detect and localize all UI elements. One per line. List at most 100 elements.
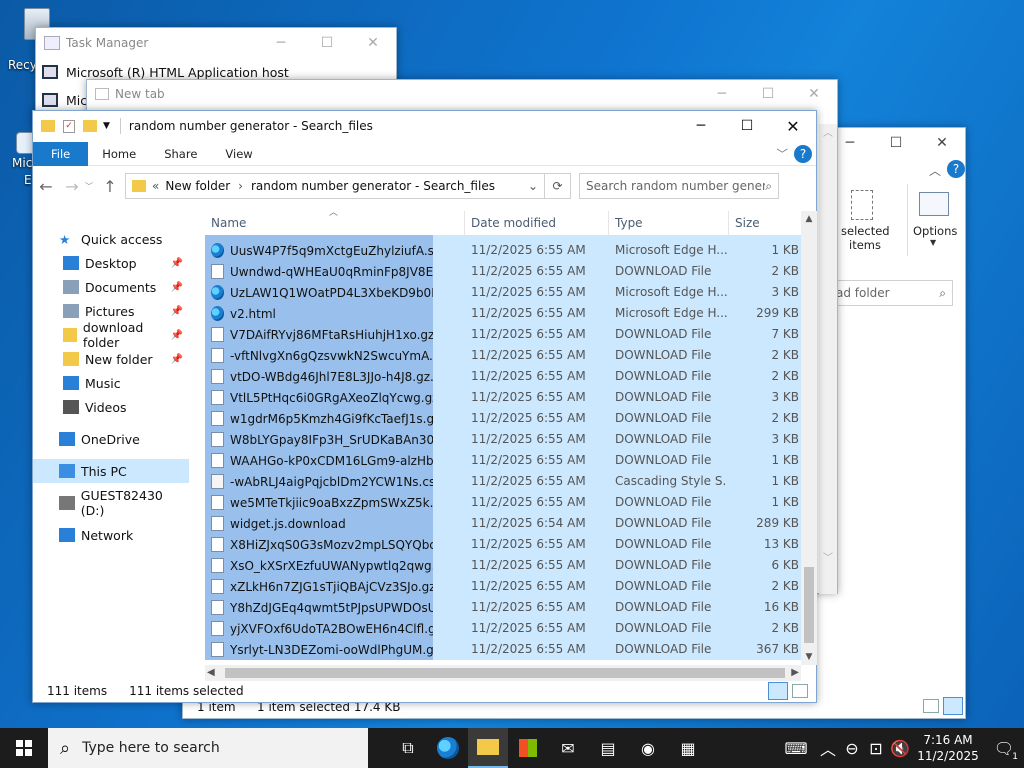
properties-icon[interactable]: ✓ [63, 119, 75, 133]
task-manager-taskbar-icon[interactable]: ▦ [668, 728, 708, 768]
network-tray-icon[interactable]: ⊖ [840, 728, 864, 768]
path-dropdown-icon[interactable]: ⌄ [528, 179, 538, 193]
show-hidden-icons[interactable]: ︿ [816, 728, 840, 768]
close-icon[interactable]: ✕ [791, 79, 837, 109]
customize-toolbar-icon[interactable]: ▼ [103, 121, 110, 131]
options-icon[interactable] [919, 192, 949, 216]
sidebar-item-videos[interactable]: Videos [33, 395, 189, 419]
select-none-icon[interactable] [851, 190, 873, 220]
large-icons-view-icon[interactable] [943, 697, 963, 715]
tab-share[interactable]: Share [150, 142, 211, 166]
path-segment-current[interactable]: random number generator - Search_files [251, 179, 495, 193]
file-name-cell[interactable]: -vftNlvgXn6gQzsvwkN2SwcuYmA.gz.js.d... [205, 345, 433, 366]
explorer-titlebar[interactable]: ✓ ▼ random number generator - Search_fil… [33, 111, 816, 141]
sidebar-item-desktop[interactable]: Desktop 📌 [33, 251, 189, 275]
file-name-cell[interactable]: vtDO-WBdg46Jhl7E8L3JJo-h4J8.gz.js.dow... [205, 366, 433, 387]
column-header-name[interactable]: Name [209, 211, 465, 235]
table-row[interactable]: Y8hZdJGEq4qwmt5tPJpsUPWDOsU.gz.js....11/… [205, 597, 801, 618]
tab-view[interactable]: View [211, 142, 266, 166]
minimize-icon[interactable]: ─ [699, 79, 745, 109]
file-name-cell[interactable]: X8HiZJxqS0G3sMozv2mpLSQYQbc.gz.js.... [205, 534, 433, 555]
table-row[interactable]: yjXVFOxf6UdoTA2BOwEH6n4Clfl.gz.js.do...1… [205, 618, 801, 639]
file-name-cell[interactable]: Ysrlyt-LN3DEZomi-ooWdlPhgUM.gz.js.d... [205, 639, 433, 660]
table-row[interactable]: WAAHGo-kP0xCDM16LGm9-alzHb8.gz.j...11/2/… [205, 450, 801, 471]
details-view-icon[interactable] [923, 699, 939, 713]
mail-icon[interactable]: ✉ [548, 728, 588, 768]
scroll-thumb[interactable] [804, 567, 814, 643]
file-name-cell[interactable]: WAAHGo-kP0xCDM16LGm9-alzHb8.gz.j... [205, 450, 433, 471]
network-app-icon[interactable]: ▤ [588, 728, 628, 768]
taskbar-search-box[interactable]: ⌕ Type here to search [48, 728, 368, 768]
file-name-cell[interactable]: Y8hZdJGEq4qwmt5tPJpsUPWDOsU.gz.js.... [205, 597, 433, 618]
sidebar-item-documents[interactable]: Documents 📌 [33, 275, 189, 299]
table-row[interactable]: XsO_kXSrXEzfuUWANypwtlq2qwg.gz.js.d...11… [205, 555, 801, 576]
new-folder-icon[interactable] [83, 120, 97, 132]
file-name-cell[interactable]: UusW4P7f5q9mXctgEuZhylziufA.svg [205, 240, 433, 261]
scroll-down-icon[interactable]: ▼ [801, 649, 817, 665]
file-name-cell[interactable]: UzLAW1Q1WOatPD4L3XbeKD9b0Lg.svg [205, 282, 433, 303]
options-label[interactable]: Options [913, 224, 957, 238]
explorer-window[interactable]: ✓ ▼ random number generator - Search_fil… [32, 110, 817, 703]
sidebar-item-quick-access[interactable]: ★ Quick access [33, 227, 189, 251]
start-button[interactable] [0, 728, 48, 768]
path-box[interactable]: « New folder › random number generator -… [125, 173, 545, 199]
scroll-down-icon[interactable]: ﹀ [819, 549, 837, 564]
minimize-icon[interactable]: ─ [258, 28, 304, 58]
keyboard-icon[interactable]: ⌨ [776, 728, 816, 768]
scroll-left-icon[interactable]: ◀ [207, 665, 215, 681]
ribbon-select-label-2[interactable]: items [849, 238, 881, 252]
table-row[interactable]: Uwndwd-qWHEaU0qRminFp8JV8El.gz.js....11/… [205, 261, 801, 282]
table-row[interactable]: UusW4P7f5q9mXctgEuZhylziufA.svg 11/2/2025… [205, 240, 801, 261]
help-icon[interactable]: ? [947, 160, 965, 178]
table-row[interactable]: W8bLYGpay8IFp3H_SrUDKaBAn30.gz.js.d...11… [205, 429, 801, 450]
column-header-type[interactable]: Type [609, 211, 729, 235]
sidebar-item-onedrive[interactable]: OneDrive [33, 427, 189, 451]
file-name-cell[interactable]: we5MTeTkjiic9oaBxzZpmSWxZ5k.gz.js.do... [205, 492, 433, 513]
table-row[interactable]: Ysrlyt-LN3DEZomi-ooWdlPhgUM.gz.js.d...11… [205, 639, 801, 660]
media-app-icon[interactable]: ◉ [628, 728, 668, 768]
close-icon[interactable]: ✕ [919, 128, 965, 158]
search-input[interactable]: Search random number gener... ⌕ [579, 173, 779, 199]
table-row[interactable]: VtlL5PtHqc6i0GRgAXeoZlqYcwg.gz.js.do...1… [205, 387, 801, 408]
table-row[interactable]: -vftNlvgXn6gQzsvwkN2SwcuYmA.gz.js.d...11… [205, 345, 801, 366]
file-name-cell[interactable]: xZLkH6n7ZJG1sTjiQBAjCVz3SJo.gz.js.dow... [205, 576, 433, 597]
minimize-icon[interactable]: ─ [678, 111, 724, 141]
maximize-icon[interactable]: ☐ [724, 111, 770, 141]
maximize-icon[interactable]: ☐ [745, 79, 791, 109]
file-name-cell[interactable]: widget.js.download [205, 513, 433, 534]
sidebar-item-network[interactable]: Network [33, 523, 189, 547]
recent-locations-icon[interactable]: ﹀ [85, 181, 93, 192]
tab-file[interactable]: File [33, 141, 89, 166]
close-icon[interactable]: ✕ [770, 111, 816, 141]
edge-taskbar-icon[interactable] [428, 728, 468, 768]
task-view-icon[interactable]: ⧉ [388, 728, 428, 768]
table-row[interactable]: UzLAW1Q1WOatPD4L3XbeKD9b0Lg.svg11/2/2025… [205, 282, 801, 303]
maximize-icon[interactable]: ☐ [304, 28, 350, 58]
forward-arrow-icon[interactable]: → [59, 177, 85, 196]
horizontal-scrollbar[interactable]: ◀ ▶ [205, 665, 801, 681]
table-row[interactable]: v2.html 11/2/2025 6:55 AM Microsoft Edge H… [205, 303, 801, 324]
scroll-up-icon[interactable]: ︿ [819, 124, 837, 139]
table-row[interactable]: widget.js.download 11/2/2025 6:54 AM DOWNL… [205, 513, 801, 534]
table-row[interactable]: we5MTeTkjiic9oaBxzZpmSWxZ5k.gz.js.do...1… [205, 492, 801, 513]
maximize-icon[interactable]: ☐ [873, 128, 919, 158]
store-icon[interactable] [508, 728, 548, 768]
large-icons-view-icon[interactable] [792, 684, 808, 698]
sidebar-item-this-pc[interactable]: This PC [33, 459, 189, 483]
file-name-cell[interactable]: w1gdrM6p5Kmzh4Gi9fKcTaefJ1s.gz.js.do... [205, 408, 433, 429]
column-header-size[interactable]: Size [729, 211, 799, 235]
table-row[interactable]: vtDO-WBdg46Jhl7E8L3JJo-h4J8.gz.js.dow...… [205, 366, 801, 387]
sidebar-item-new-folder[interactable]: New folder 📌 [33, 347, 189, 371]
new-tab-titlebar[interactable]: New tab ─ ☐ ✕ [87, 80, 837, 108]
scroll-right-icon[interactable]: ▶ [791, 665, 799, 681]
back-arrow-icon[interactable]: ← [33, 177, 59, 196]
sidebar-item-download-folder[interactable]: download folder 📌 [33, 320, 189, 350]
wifi-tray-icon[interactable]: ⊡ [864, 728, 888, 768]
table-row[interactable]: w1gdrM6p5Kmzh4Gi9fKcTaefJ1s.gz.js.do...1… [205, 408, 801, 429]
column-header-date[interactable]: Date modified [465, 211, 609, 235]
file-name-cell[interactable]: V7DAifRYvj86MFtaRsHiuhjH1xo.gz.js.do... [205, 324, 433, 345]
file-name-cell[interactable]: XsO_kXSrXEzfuUWANypwtlq2qwg.gz.js.d... [205, 555, 433, 576]
ribbon-expand-icon[interactable]: ﹀ [771, 142, 795, 166]
clock[interactable]: 7:16 AM 11/2/2025 [912, 732, 984, 764]
table-row[interactable]: -wAbRLJ4aigPqjcblDm2YCW1Ns.css 11/2/2025 … [205, 471, 801, 492]
